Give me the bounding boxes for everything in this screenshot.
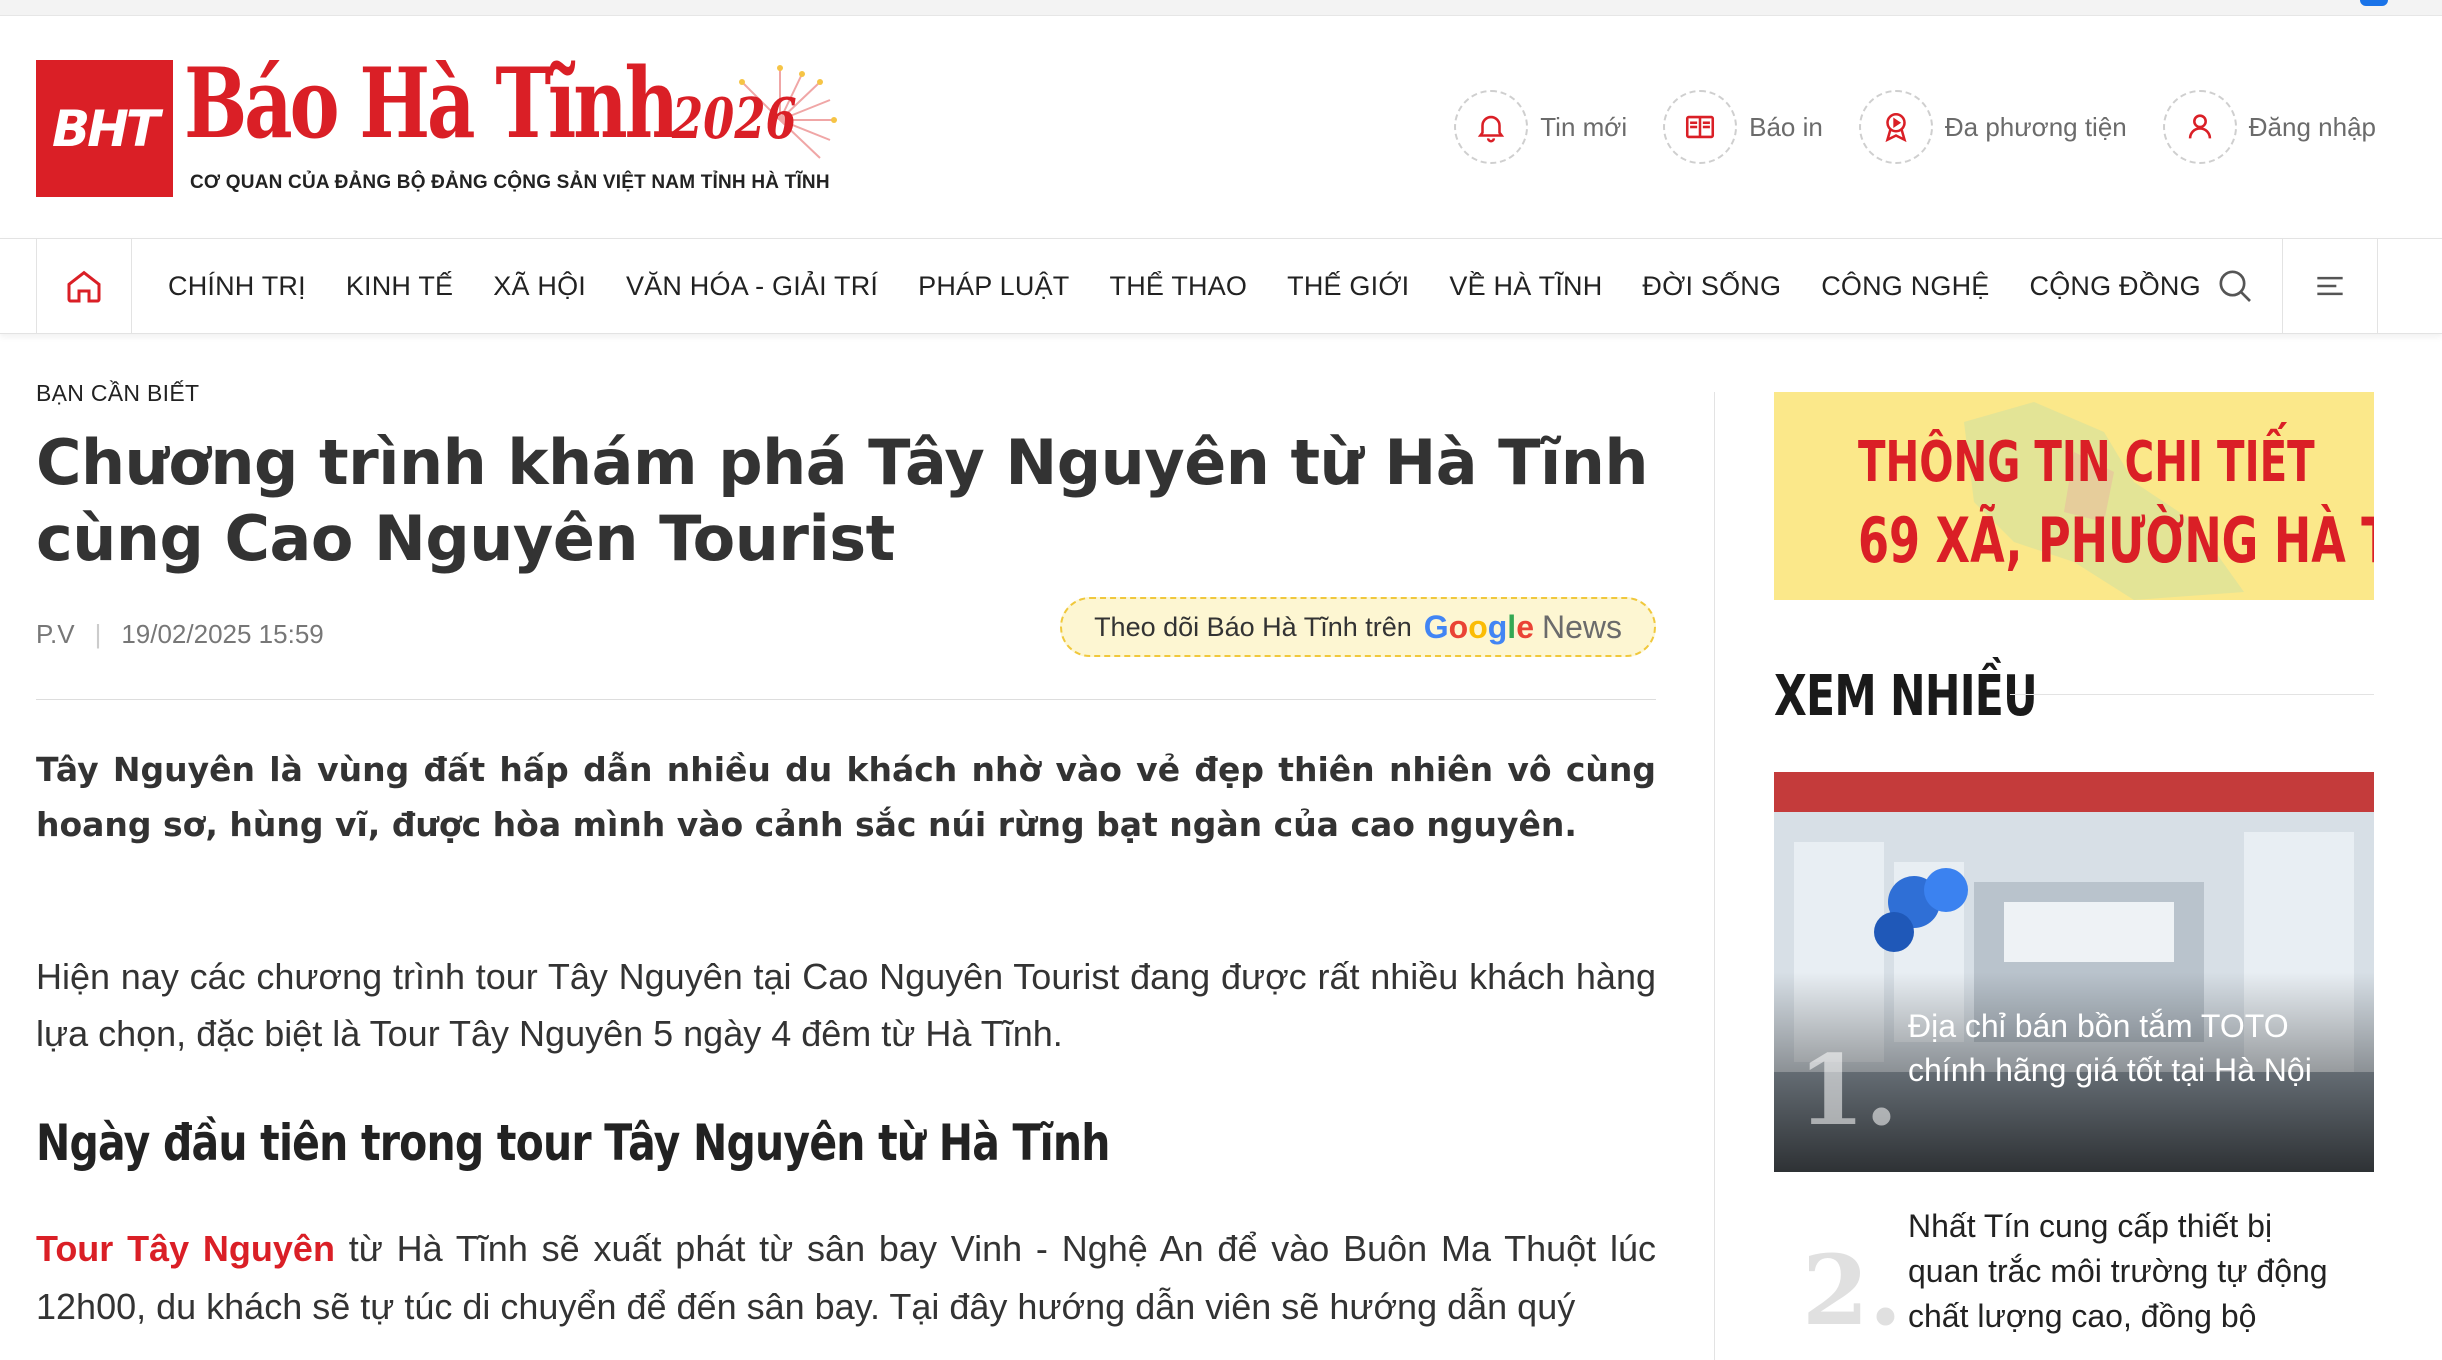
meta-separator: | — [94, 619, 102, 649]
article-date: 19/02/2025 15:59 — [121, 619, 324, 649]
google-news-text: Theo dõi Báo Hà Tĩnh trên — [1094, 611, 1412, 642]
header-link-print[interactable]: Báo in — [1663, 90, 1823, 164]
nav-item-politics[interactable]: CHÍNH TRỊ — [148, 271, 326, 302]
nav-item-economy[interactable]: KINH TẾ — [326, 271, 473, 302]
logo-mark[interactable]: BHT — [36, 60, 173, 197]
article-meta-row: P.V | 19/02/2025 15:59 Theo dõi Báo Hà Tĩn… — [36, 597, 1656, 669]
article-divider — [36, 699, 1656, 700]
header-links: Tin mới Báo in Đa phương tiện Đăng nhập — [1454, 90, 2376, 164]
banner-line-2: 69 XÃ, PHƯỜNG HÀ TĨNH — [1858, 504, 2374, 577]
most-viewed-title: XEM NHIỀU — [1774, 664, 2038, 729]
header-link-multimedia[interactable]: Đa phương tiện — [1858, 90, 2127, 164]
rank-number: 2. — [1802, 1234, 1903, 1347]
logo-mark-text: BHT — [51, 100, 160, 158]
site-header: BHT Báo Hà Tĩnh 2026 CƠ QUAN CỦA ĐẢNG BỘ… — [0, 16, 2442, 238]
google-news-brand: News — [1541, 608, 1622, 645]
logo-subtitle: CƠ QUAN CỦA ĐẢNG BỘ ĐẢNG CỘNG SẢN VIỆT N… — [190, 172, 830, 193]
article: BẠN CẦN BIẾT Chương trình khám phá Tây N… — [36, 380, 1656, 1336]
header-link-label: Đăng nhập — [2248, 111, 2376, 142]
article-title: Chương trình khám phá Tây Nguyên từ Hà T… — [36, 426, 1649, 575]
main-nav: CHÍNH TRỊ KINH TẾ XÃ HỘI VĂN HÓA - GIẢI … — [0, 238, 2442, 334]
most-viewed-item-1[interactable]: 1. Địa chỉ bán bồn tắm TOTO chính hãng g… — [1774, 772, 2374, 1172]
bell-icon — [1454, 90, 1529, 164]
most-viewed-item-title[interactable]: Địa chỉ bán bồn tắm TOTO chính hãng giá … — [1908, 1004, 2348, 1092]
most-viewed-item-2[interactable]: 2. Nhất Tín cung cấp thiết bị quan trắc … — [1774, 1204, 2374, 1360]
banner-line-1: THÔNG TIN CHI TIẾT — [1858, 430, 2315, 495]
nav-items: CHÍNH TRỊ KINH TẾ XÃ HỘI VĂN HÓA - GIẢI … — [148, 239, 2221, 333]
most-viewed-item-title[interactable]: Nhất Tín cung cấp thiết bị quan trắc môi… — [1908, 1204, 2348, 1339]
top-bar-accent — [2360, 0, 2388, 6]
article-summary: Tây Nguyên là vùng đất hấp dẫn nhiều du … — [36, 750, 1656, 844]
logo-year: 2026 — [672, 86, 797, 152]
most-viewed-rule — [2010, 694, 2374, 695]
article-category[interactable]: BẠN CẦN BIẾT — [36, 380, 1656, 407]
header-link-login[interactable]: Đăng nhập — [2162, 90, 2376, 164]
search-icon — [2219, 270, 2251, 302]
user-icon — [2162, 90, 2237, 164]
nav-item-world[interactable]: THẾ GIỚI — [1267, 271, 1429, 302]
newspaper-icon — [1663, 90, 1738, 164]
header-link-latest[interactable]: Tin mới — [1454, 90, 1627, 164]
nav-home-button[interactable] — [36, 239, 132, 333]
rank-number: 1. — [1798, 1034, 1899, 1147]
search-button[interactable] — [2190, 239, 2280, 333]
menu-button[interactable] — [2282, 239, 2378, 333]
nav-item-sports[interactable]: THỂ THAO — [1090, 271, 1268, 302]
article-paragraph: Hiện nay các chương trình tour Tây Nguyê… — [36, 956, 1656, 1054]
media-award-icon — [1858, 90, 1933, 164]
nav-item-technology[interactable]: CÔNG NGHỆ — [1801, 271, 2009, 302]
header-link-label: Đa phương tiện — [1944, 111, 2127, 142]
nav-item-society[interactable]: XÃ HỘI — [473, 271, 606, 302]
home-icon — [67, 270, 101, 303]
google-news-follow-button[interactable]: Theo dõi Báo Hà Tĩnh trên Google News — [1060, 597, 1656, 657]
top-bar — [0, 0, 2442, 16]
article-author: P.V — [36, 619, 75, 649]
nav-item-law[interactable]: PHÁP LUẬT — [898, 271, 1089, 302]
article-meta: P.V | 19/02/2025 15:59 — [36, 619, 324, 650]
google-logo: Google — [1423, 608, 1534, 645]
logo-title[interactable]: Báo Hà Tĩnh — [184, 44, 679, 164]
article-subheading: Ngày đầu tiên trong tour Tây Nguyên từ H… — [36, 1114, 1110, 1172]
nav-item-ha-tinh[interactable]: VỀ HÀ TĨNH — [1429, 271, 1622, 302]
nav-item-culture[interactable]: VĂN HÓA - GIẢI TRÍ — [606, 271, 898, 302]
tour-link[interactable]: Tour Tây Nguyên — [36, 1228, 335, 1269]
article-paragraph: Tour Tây Nguyên từ Hà Tĩnh sẽ xuất phát … — [36, 1220, 1656, 1336]
header-link-label: Tin mới — [1540, 111, 1628, 142]
ward-info-banner[interactable]: THÔNG TIN CHI TIẾT 69 XÃ, PHƯỜNG HÀ TĨNH — [1774, 392, 2374, 600]
menu-icon — [2317, 276, 2343, 296]
column-divider — [1714, 392, 1715, 1360]
header-link-label: Báo in — [1749, 111, 1823, 142]
nav-item-life[interactable]: ĐỜI SỐNG — [1622, 271, 1801, 302]
